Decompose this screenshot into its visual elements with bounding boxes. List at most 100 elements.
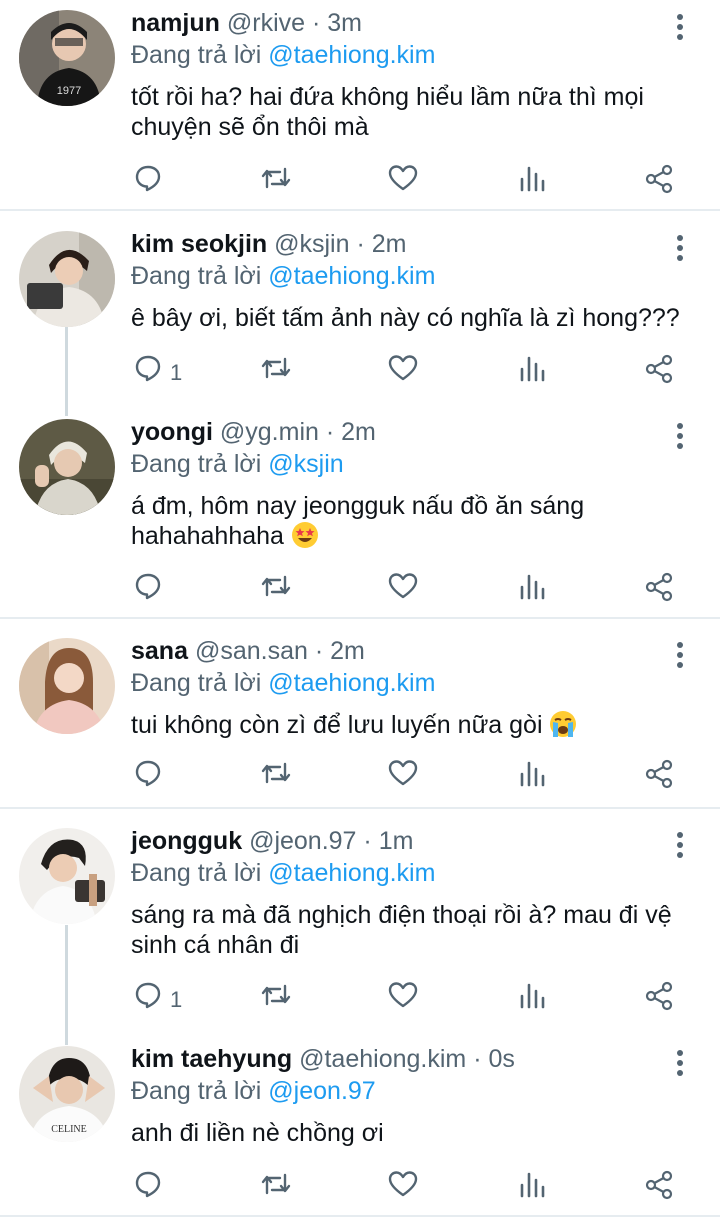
more-options-icon[interactable] [668,421,692,451]
action-bar: 1 [131,354,691,394]
timestamp[interactable]: 1m [379,827,414,855]
share-button[interactable] [644,1170,674,1210]
tweet-text: tui không còn zì để lưu luyến nữa gòi [131,710,691,740]
avatar[interactable]: 1977 [19,10,115,106]
avatar[interactable] [19,828,115,924]
analytics-icon [518,1170,546,1198]
analytics-button[interactable] [518,572,546,612]
mention-link[interactable]: @jeon.97 [268,1077,375,1105]
analytics-button[interactable] [518,164,546,204]
analytics-button[interactable] [518,1170,546,1210]
tweet-header: jeongguk @jeon.97 · 1m [131,826,413,856]
share-button[interactable] [644,981,674,1021]
like-button[interactable] [388,1170,418,1210]
separator-dot: · [311,9,321,37]
divider [0,617,720,619]
more-options-icon[interactable] [668,830,692,860]
timestamp[interactable]: 2m [341,418,376,446]
retweet-icon [260,981,292,1009]
tweet-yoongi[interactable]: yoongi @yg.min · 2m Đang trả lời @ksjin … [0,417,720,619]
action-bar [131,1170,691,1210]
mention-link[interactable]: @taehiong.kim [268,859,435,887]
reply-button[interactable] [134,1170,194,1210]
share-button[interactable] [644,759,674,799]
share-button[interactable] [644,354,674,394]
user-handle: @jeon.97 [249,827,357,855]
separator-dot: · [325,418,335,446]
retweet-button[interactable] [260,572,292,612]
share-button[interactable] [644,164,674,204]
replying-to: Đang trả lời @taehiong.kim [131,261,435,291]
like-button[interactable] [388,981,418,1021]
reply-prefix: Đang trả lời [131,41,262,69]
retweet-icon [260,1170,292,1198]
replying-to: Đang trả lời @taehiong.kim [131,858,435,888]
share-icon [644,1170,674,1200]
star-struck-emoji [291,521,319,549]
reply-button[interactable]: 1 [134,354,194,394]
share-icon [644,759,674,789]
tweet-header: yoongi @yg.min · 2m [131,417,376,447]
reply-prefix: Đang trả lời [131,669,262,697]
retweet-button[interactable] [260,354,292,394]
more-options-icon[interactable] [668,1048,692,1078]
display-name[interactable]: namjun [131,9,220,37]
timestamp[interactable]: 0s [488,1045,514,1073]
timestamp[interactable]: 2m [372,230,407,258]
share-button[interactable] [644,572,674,612]
more-options-icon[interactable] [668,233,692,263]
tweet-jeongguk[interactable]: jeongguk @jeon.97 · 1m Đang trả lời @tae… [0,826,720,1028]
user-handle: @ksjin [274,230,350,258]
retweet-button[interactable] [260,981,292,1021]
reply-button[interactable]: 1 [134,981,194,1021]
retweet-button[interactable] [260,1170,292,1210]
tweet-sana[interactable]: sana @san.san · 2m Đang trả lời @taehion… [0,637,720,808]
tweet-kim-seokjin[interactable]: kim seokjin @ksjin · 2m Đang trả lời @ta… [0,230,720,394]
analytics-icon [518,981,546,1009]
share-icon [644,354,674,384]
analytics-button[interactable] [518,981,546,1021]
display-name[interactable]: sana [131,637,188,665]
avatar[interactable] [19,638,115,734]
avatar[interactable] [19,419,115,515]
mention-link[interactable]: @ksjin [268,450,343,478]
reply-icon [134,759,194,787]
analytics-button[interactable] [518,354,546,394]
display-name[interactable]: kim taehyung [131,1045,292,1073]
display-name[interactable]: yoongi [131,418,213,446]
tweet-namjun[interactable]: 1977 namjun @rkive · 3m Đang trả lời @ta… [0,9,720,210]
tweet-header: kim taehyung @taehiong.kim · 0s [131,1044,515,1074]
retweet-button[interactable] [260,164,292,204]
more-options-icon[interactable] [668,12,692,42]
reply-button[interactable] [134,572,194,612]
user-handle: @yg.min [219,418,319,446]
reply-button[interactable] [134,164,194,204]
reply-button[interactable] [134,759,194,799]
like-icon [388,354,418,382]
avatar[interactable]: CELINE [19,1046,115,1142]
like-button[interactable] [388,572,418,612]
tweet-text: sáng ra mà đã nghịch điện thoại rồi à? m… [131,901,672,959]
like-button[interactable] [388,164,418,204]
analytics-button[interactable] [518,759,546,799]
display-name[interactable]: kim seokjin [131,230,267,258]
like-button[interactable] [388,354,418,394]
display-name[interactable]: jeongguk [131,827,242,855]
timestamp[interactable]: 3m [327,9,362,37]
analytics-icon [518,759,546,787]
retweet-button[interactable] [260,759,292,799]
tweet-kim-taehyung[interactable]: CELINE kim taehyung @taehiong.kim · 0s Đ… [0,1044,720,1216]
like-icon [388,164,418,192]
crying-emoji [549,710,577,738]
shirt-print: 1977 [57,85,81,97]
mention-link[interactable]: @taehiong.kim [268,262,435,290]
like-button[interactable] [388,759,418,799]
avatar[interactable] [19,231,115,327]
retweet-icon [260,572,292,600]
timestamp[interactable]: 2m [330,637,365,665]
mention-link[interactable]: @taehiong.kim [268,41,435,69]
more-options-icon[interactable] [668,640,692,670]
mention-link[interactable]: @taehiong.kim [268,669,435,697]
like-icon [388,759,418,787]
user-handle: @rkive [226,9,306,37]
